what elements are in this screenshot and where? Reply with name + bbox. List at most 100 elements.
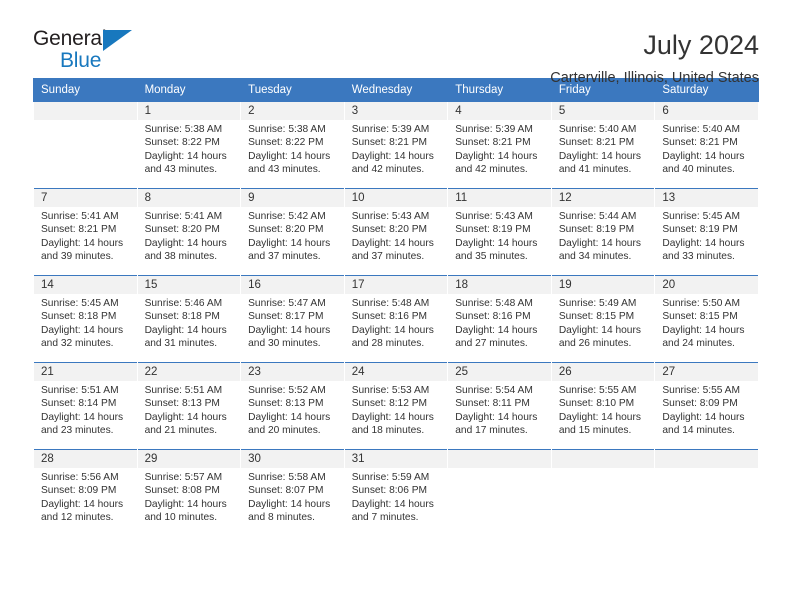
daylight-text-line2: and 34 minutes. (558, 251, 632, 263)
sunrise-text: Sunrise: 5:41 AM (41, 211, 119, 222)
daylight-text-line1: Daylight: 14 hours (662, 237, 745, 249)
calendar-week-row: 14 Sunrise: 5:45 AM Sunset: 8:18 PM Dayligh… (33, 275, 759, 363)
daylight-text-line1: Daylight: 14 hours (558, 150, 641, 162)
day-cell[interactable]: 10 Sunrise: 5:43 AM Sunset: 8:20 PM Dayligh… (343, 188, 449, 276)
day-sun-info: Sunrise: 5:40 AM Sunset: 8:21 PM Daylight:… (655, 120, 758, 177)
day-cell-empty (654, 449, 759, 537)
daylight-text-line1: Daylight: 14 hours (558, 411, 641, 423)
day-cell[interactable]: 24 Sunrise: 5:53 AM Sunset: 8:12 PM Dayligh… (343, 362, 449, 450)
day-cell[interactable]: 11 Sunrise: 5:43 AM Sunset: 8:19 PM Dayligh… (447, 188, 552, 276)
day-number: 14 (34, 276, 137, 294)
sunrise-text: Sunrise: 5:44 AM (558, 211, 637, 222)
day-cell[interactable]: 31 Sunrise: 5:59 AM Sunset: 8:06 PM Dayligh… (343, 449, 449, 537)
daylight-text-line1: Daylight: 14 hours (41, 324, 124, 336)
day-sun-info: Sunrise: 5:50 AM Sunset: 8:15 PM Daylight:… (655, 294, 758, 351)
day-sun-info: Sunrise: 5:43 AM Sunset: 8:20 PM Daylight:… (345, 207, 448, 264)
day-number: 20 (655, 276, 758, 294)
daylight-text-line1: Daylight: 14 hours (144, 237, 227, 249)
logo-text-blue: Blue (60, 49, 102, 72)
daylight-text-line1: Daylight: 14 hours (144, 324, 227, 336)
title-block: July 2024 Carterville, Illinois, United … (550, 28, 759, 86)
day-cell[interactable]: 23 Sunrise: 5:52 AM Sunset: 8:13 PM Dayligh… (240, 362, 345, 450)
day-number: 24 (344, 363, 448, 381)
day-number: 17 (344, 276, 448, 294)
day-sun-info: Sunrise: 5:48 AM Sunset: 8:16 PM Daylight:… (448, 294, 551, 351)
day-cell[interactable]: 6 Sunrise: 5:40 AM Sunset: 8:21 PM Daylight… (654, 101, 759, 189)
day-sun-info: Sunrise: 5:59 AM Sunset: 8:06 PM Daylight:… (345, 468, 448, 525)
day-cell[interactable]: 12 Sunrise: 5:44 AM Sunset: 8:19 PM Dayligh… (550, 188, 656, 276)
daylight-text-line2: and 30 minutes. (248, 338, 321, 350)
sunrise-text: Sunrise: 5:57 AM (144, 472, 223, 483)
day-cell[interactable]: 29 Sunrise: 5:57 AM Sunset: 8:08 PM Dayligh… (136, 449, 242, 537)
day-number: 3 (344, 102, 448, 120)
daylight-text-line1: Daylight: 14 hours (144, 498, 227, 510)
day-number: 23 (241, 363, 344, 381)
day-cell[interactable]: 22 Sunrise: 5:51 AM Sunset: 8:13 PM Dayligh… (136, 362, 242, 450)
weekday-header-tuesday: Tuesday (240, 78, 345, 102)
sunset-text: Sunset: 8:17 PM (248, 311, 324, 323)
day-cell[interactable]: 4 Sunrise: 5:39 AM Sunset: 8:21 PM Daylight… (447, 101, 552, 189)
day-number: 2 (241, 102, 344, 120)
day-sun-info: Sunrise: 5:44 AM Sunset: 8:19 PM Daylight:… (552, 207, 655, 264)
sunset-text: Sunset: 8:18 PM (41, 311, 117, 323)
sunrise-text: Sunrise: 5:48 AM (455, 298, 533, 309)
day-cell[interactable]: 9 Sunrise: 5:42 AM Sunset: 8:20 PM Daylight… (240, 188, 345, 276)
day-cell[interactable]: 5 Sunrise: 5:40 AM Sunset: 8:21 PM Daylight… (550, 101, 656, 189)
day-cell[interactable]: 20 Sunrise: 5:50 AM Sunset: 8:15 PM Dayligh… (654, 275, 759, 363)
sunset-text: Sunset: 8:19 PM (455, 224, 531, 236)
daylight-text-line1: Daylight: 14 hours (351, 498, 434, 510)
day-sun-info: Sunrise: 5:39 AM Sunset: 8:21 PM Daylight:… (448, 120, 551, 177)
daylight-text-line1: Daylight: 14 hours (351, 237, 434, 249)
sunrise-text: Sunrise: 5:49 AM (558, 298, 637, 309)
day-cell[interactable]: 26 Sunrise: 5:55 AM Sunset: 8:10 PM Dayligh… (550, 362, 656, 450)
generalblue-logo[interactable]: General Blue (33, 28, 153, 74)
day-number: 16 (241, 276, 344, 294)
daylight-text-line1: Daylight: 14 hours (455, 150, 538, 162)
day-number: 10 (344, 189, 448, 207)
day-cell[interactable]: 14 Sunrise: 5:45 AM Sunset: 8:18 PM Dayligh… (33, 275, 138, 363)
daylight-text-line1: Daylight: 14 hours (455, 324, 538, 336)
day-cell[interactable]: 25 Sunrise: 5:54 AM Sunset: 8:11 PM Dayligh… (447, 362, 552, 450)
sunset-text: Sunset: 8:13 PM (144, 398, 220, 410)
day-cell[interactable]: 28 Sunrise: 5:56 AM Sunset: 8:09 PM Dayligh… (33, 449, 138, 537)
day-cell[interactable]: 15 Sunrise: 5:46 AM Sunset: 8:18 PM Dayligh… (136, 275, 242, 363)
daylight-text-line2: and 33 minutes. (662, 251, 735, 263)
day-sun-info: Sunrise: 5:41 AM Sunset: 8:20 PM Daylight:… (138, 207, 241, 264)
day-cell[interactable]: 13 Sunrise: 5:45 AM Sunset: 8:19 PM Dayligh… (654, 188, 759, 276)
daylight-text-line1: Daylight: 14 hours (351, 150, 434, 162)
sunset-text: Sunset: 8:09 PM (41, 485, 117, 497)
day-cell[interactable]: 17 Sunrise: 5:48 AM Sunset: 8:16 PM Dayligh… (343, 275, 449, 363)
day-sun-info: Sunrise: 5:38 AM Sunset: 8:22 PM Daylight:… (138, 120, 241, 177)
day-sun-info: Sunrise: 5:52 AM Sunset: 8:13 PM Daylight:… (241, 381, 344, 438)
sunset-text: Sunset: 8:07 PM (248, 485, 324, 497)
day-cell[interactable]: 1 Sunrise: 5:38 AM Sunset: 8:22 PM Daylight… (136, 101, 242, 189)
day-sun-info: Sunrise: 5:40 AM Sunset: 8:21 PM Daylight:… (552, 120, 655, 177)
daylight-text-line2: and 26 minutes. (558, 338, 632, 350)
day-cell-empty (550, 449, 656, 537)
day-cell[interactable]: 7 Sunrise: 5:41 AM Sunset: 8:21 PM Daylight… (33, 188, 138, 276)
day-number: 25 (448, 363, 551, 381)
day-sun-info: Sunrise: 5:46 AM Sunset: 8:18 PM Daylight:… (138, 294, 241, 351)
day-cell[interactable]: 2 Sunrise: 5:38 AM Sunset: 8:22 PM Daylight… (240, 101, 345, 189)
day-cell[interactable]: 16 Sunrise: 5:47 AM Sunset: 8:17 PM Dayligh… (240, 275, 345, 363)
sunset-text: Sunset: 8:19 PM (662, 224, 738, 236)
day-number: 18 (448, 276, 551, 294)
day-cell[interactable]: 19 Sunrise: 5:49 AM Sunset: 8:15 PM Dayligh… (550, 275, 656, 363)
day-cell[interactable]: 3 Sunrise: 5:39 AM Sunset: 8:21 PM Daylight… (343, 101, 449, 189)
day-cell[interactable]: 8 Sunrise: 5:41 AM Sunset: 8:20 PM Daylight… (136, 188, 242, 276)
day-cell[interactable]: 27 Sunrise: 5:55 AM Sunset: 8:09 PM Dayligh… (654, 362, 759, 450)
day-cell[interactable]: 30 Sunrise: 5:58 AM Sunset: 8:07 PM Dayligh… (240, 449, 345, 537)
day-number (448, 450, 551, 468)
daylight-text-line2: and 21 minutes. (144, 425, 218, 437)
day-cell[interactable]: 21 Sunrise: 5:51 AM Sunset: 8:14 PM Dayligh… (33, 362, 138, 450)
day-sun-info: Sunrise: 5:55 AM Sunset: 8:10 PM Daylight:… (552, 381, 655, 438)
sunset-text: Sunset: 8:21 PM (351, 137, 428, 149)
sunrise-text: Sunrise: 5:51 AM (41, 385, 119, 396)
daylight-text-line2: and 18 minutes. (351, 425, 425, 437)
calendar-week-row: 21 Sunrise: 5:51 AM Sunset: 8:14 PM Dayligh… (33, 362, 759, 450)
sunset-text: Sunset: 8:16 PM (351, 311, 428, 323)
daylight-text-line1: Daylight: 14 hours (455, 411, 538, 423)
daylight-text-line1: Daylight: 14 hours (662, 324, 745, 336)
day-number (655, 450, 758, 468)
day-cell[interactable]: 18 Sunrise: 5:48 AM Sunset: 8:16 PM Dayligh… (447, 275, 552, 363)
